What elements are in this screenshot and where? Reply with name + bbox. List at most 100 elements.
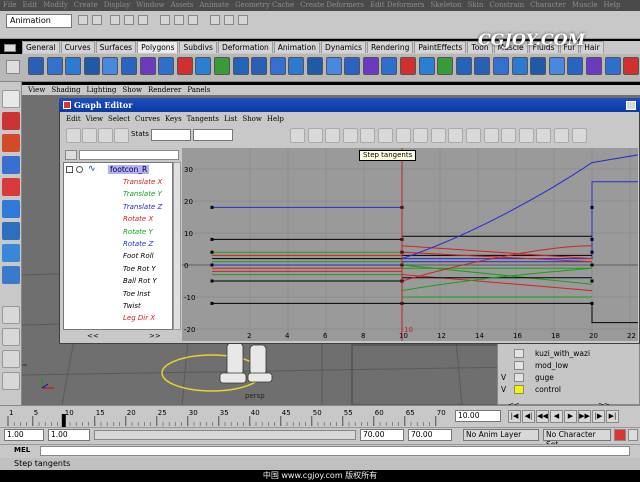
channel-item[interactable]: Toe Rot Y	[123, 265, 156, 273]
render-icon[interactable]	[224, 15, 234, 25]
flat-tangents-icon[interactable]	[342, 128, 358, 143]
step-back-icon[interactable]: ◀|	[522, 410, 535, 423]
expand-icon[interactable]	[66, 166, 73, 173]
manipulator-tool-icon[interactable]	[2, 222, 20, 240]
shelf-tool-icon[interactable]	[46, 57, 63, 75]
shelf-tool-icon[interactable]	[437, 57, 454, 75]
shelf-tool-icon[interactable]	[176, 57, 193, 75]
play-forward-icon[interactable]: ▶	[564, 410, 577, 423]
prev-key-icon[interactable]: ◀◀	[536, 410, 549, 423]
outliner-row[interactable]: Vguge	[497, 372, 640, 383]
shelf-tool-icon[interactable]	[400, 57, 416, 75]
history-icon[interactable]	[210, 15, 220, 25]
anim-curve[interactable]	[212, 302, 638, 324]
channel-item[interactable]: Translate X	[123, 178, 162, 186]
key-marker[interactable]	[590, 237, 594, 241]
play-back-icon[interactable]: ◀	[550, 410, 563, 423]
key-marker[interactable]	[210, 301, 214, 305]
lasso-tool-icon[interactable]	[2, 112, 20, 130]
shelf-tab-animation[interactable]: Animation	[273, 41, 321, 53]
menu-modify[interactable]: Modify	[43, 1, 68, 9]
folder-icon[interactable]	[78, 15, 88, 25]
visibility-toggle[interactable]: V	[501, 372, 509, 383]
anim-end-field[interactable]: 70.00	[360, 429, 404, 441]
menu-display[interactable]: Display	[104, 1, 130, 9]
unify-tangents-icon[interactable]	[448, 128, 464, 143]
shelf-tool-icon[interactable]	[604, 57, 621, 75]
channel-item[interactable]: Rotate Z	[123, 240, 153, 248]
shelf-tool-icon[interactable]	[344, 57, 361, 75]
anim-prefs-icon[interactable]	[628, 429, 638, 441]
snap-point-icon[interactable]	[188, 15, 198, 25]
free-weight-icon[interactable]	[466, 128, 481, 143]
playback-toggle[interactable]	[514, 349, 524, 358]
snap-grid-icon[interactable]	[160, 15, 170, 25]
ge-menu-tangents[interactable]: Tangents	[187, 115, 219, 123]
shelf-tab-rendering[interactable]: Rendering	[367, 41, 414, 53]
ge-menu-select[interactable]: Select	[108, 115, 130, 123]
start-time-field[interactable]: 1.00	[4, 429, 44, 441]
shelf-tab-painteffects[interactable]: PaintEffects	[414, 41, 467, 53]
channel-item[interactable]: Translate Z	[123, 203, 162, 211]
menu-skin[interactable]: Skin	[468, 1, 484, 9]
shelf-tab-subdivs[interactable]: Subdivs	[179, 41, 217, 53]
visibility-toggle[interactable]: V	[501, 384, 509, 395]
key-marker[interactable]	[590, 250, 594, 254]
shelf-menu-icon[interactable]	[4, 44, 16, 52]
channel-item[interactable]: Rotate Y	[123, 228, 153, 236]
step-tangents-icon[interactable]	[360, 128, 376, 143]
menu-assets[interactable]: Assets	[171, 1, 194, 9]
step-forward-icon[interactable]: |▶	[592, 410, 605, 423]
paint-select-icon[interactable]	[2, 134, 20, 152]
ge-menu-curves[interactable]: Curves	[135, 115, 160, 123]
anim-curve[interactable]	[401, 150, 638, 260]
outliner-row[interactable]: Vcontrol	[497, 384, 640, 395]
menu-animate[interactable]: Animate	[199, 1, 229, 9]
panel-menu-shading[interactable]: Shading	[51, 86, 80, 94]
shelf-tool-icon[interactable]	[567, 57, 584, 75]
anim-curve[interactable]	[401, 267, 593, 292]
shelf-tool-icon[interactable]	[511, 57, 528, 75]
shelf-tool-icon[interactable]	[28, 57, 44, 75]
go-start-icon[interactable]: |◀	[508, 410, 521, 423]
move-tool-icon[interactable]	[2, 156, 20, 174]
linear-tangents-icon[interactable]	[325, 128, 341, 143]
shelf-tool-icon[interactable]	[158, 57, 175, 75]
character-set-dropdown[interactable]: No Character Set	[543, 429, 611, 449]
shelf-tool-icon[interactable]	[418, 57, 435, 75]
menu-skeleton[interactable]: Skeleton	[430, 1, 461, 9]
shelf-tab-polygons[interactable]: Polygons	[137, 41, 179, 53]
shelf-tool-icon[interactable]	[83, 57, 100, 75]
channel-item[interactable]: Foot Roll	[123, 252, 154, 260]
menu-edit[interactable]: Edit	[22, 1, 37, 9]
playback-toggle[interactable]	[514, 361, 524, 370]
last-tool-icon[interactable]	[2, 266, 20, 284]
range-slider[interactable]	[94, 430, 356, 440]
spline-tangents-icon[interactable]	[290, 128, 305, 143]
playback-toggle[interactable]	[514, 385, 524, 394]
shelf-tool-icon[interactable]	[214, 57, 230, 75]
shelf-tab-surfaces[interactable]: Surfaces	[95, 41, 137, 53]
panel-menu-lighting[interactable]: Lighting	[87, 86, 117, 94]
cycle-icon[interactable]	[536, 128, 552, 143]
channel-item[interactable]: Rotate X	[123, 215, 153, 223]
pre-infinity-icon[interactable]	[554, 128, 569, 143]
shelf-tool-icon[interactable]	[232, 57, 249, 75]
filter-toggle-icon[interactable]	[65, 150, 77, 160]
buffer-curve-icon[interactable]	[395, 128, 411, 143]
shelf-tool-icon[interactable]	[139, 57, 156, 75]
node-row[interactable]: ∿ footcon_R	[66, 164, 173, 176]
auto-key-icon[interactable]	[614, 429, 626, 441]
select-tool-icon[interactable]	[2, 90, 20, 108]
menu-file[interactable]: File	[3, 1, 16, 9]
outliner-row[interactable]: kuzi_with_wazi	[497, 348, 640, 359]
menu-edit-deformers[interactable]: Edit Deformers	[370, 1, 425, 9]
menu-character[interactable]: Character	[530, 1, 566, 9]
post-infinity-icon[interactable]	[571, 128, 587, 143]
lattice-deform-icon[interactable]	[114, 128, 129, 143]
shelf-tool-icon[interactable]	[493, 57, 509, 75]
playback-toggle[interactable]	[514, 373, 524, 382]
ipr-render-icon[interactable]	[238, 15, 248, 25]
ge-menu-help[interactable]: Help	[267, 115, 284, 123]
key-marker[interactable]	[210, 205, 214, 209]
